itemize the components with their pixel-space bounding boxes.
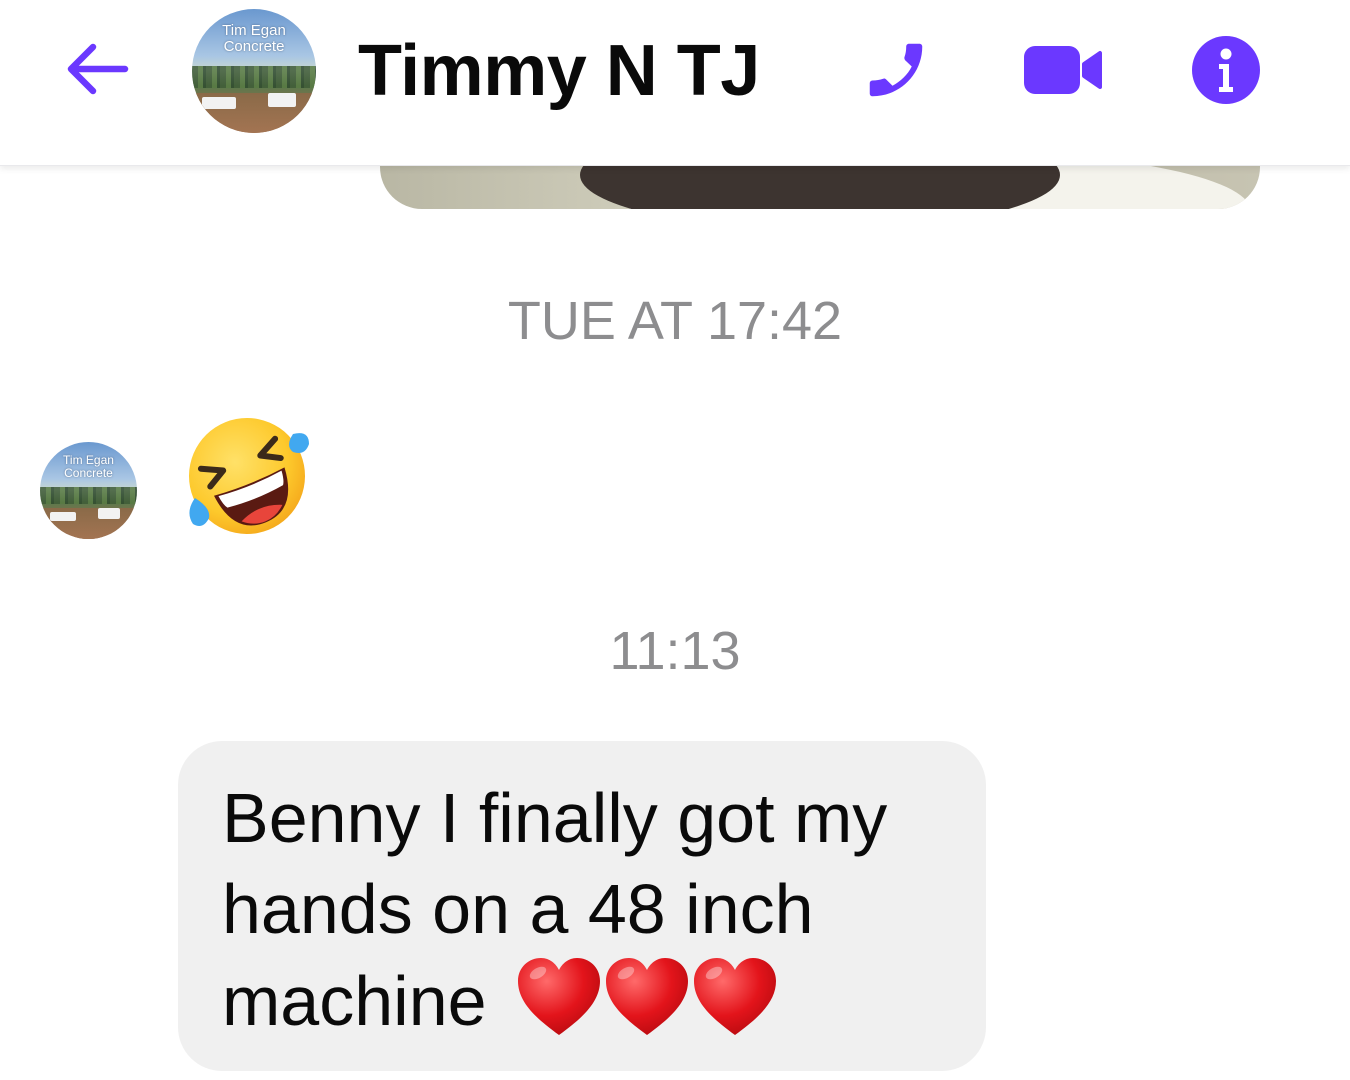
red-heart-icon bbox=[606, 958, 689, 1035]
back-button[interactable] bbox=[58, 34, 134, 104]
phone-icon bbox=[869, 43, 923, 97]
video-camera-icon bbox=[1024, 46, 1102, 94]
avatar-truck bbox=[202, 97, 236, 109]
red-heart-icon bbox=[518, 958, 601, 1035]
red-heart-icon bbox=[694, 958, 777, 1035]
back-arrow-icon bbox=[67, 43, 129, 95]
conversation-avatar[interactable]: Tim Egan Concrete bbox=[192, 9, 316, 133]
avatar-label: Tim Egan Concrete bbox=[192, 23, 316, 55]
message-bubble[interactable]: Benny I finally got my hands on a 48 inc… bbox=[178, 741, 986, 1071]
avatar-label-line1: Tim Egan bbox=[222, 22, 286, 39]
avatar-label: Tim Egan Concrete bbox=[40, 454, 137, 479]
avatar-truck bbox=[50, 512, 76, 521]
chat-header: Tim Egan Concrete Timmy N TJ bbox=[0, 0, 1350, 166]
emoji-message[interactable] bbox=[183, 412, 311, 540]
conversation-info-button[interactable] bbox=[1188, 34, 1264, 106]
messenger-chat-screen: Tim Egan Concrete Timmy N TJ TUE AT 17:4… bbox=[0, 0, 1350, 1080]
avatar-trees bbox=[40, 486, 137, 505]
rolling-on-the-floor-laughing-icon bbox=[189, 418, 309, 534]
audio-call-button[interactable] bbox=[856, 32, 936, 108]
conversation-title[interactable]: Timmy N TJ bbox=[358, 30, 760, 112]
avatar-label-line2: Concrete bbox=[64, 465, 113, 480]
video-call-button[interactable] bbox=[1016, 34, 1108, 106]
message-timestamp: 11:13 bbox=[609, 621, 741, 681]
avatar-label-line1: Tim Egan bbox=[63, 453, 114, 467]
message-text-container: Benny I finally got my hands on a 48 inc… bbox=[222, 773, 962, 1059]
info-icon bbox=[1192, 36, 1260, 104]
avatar-trees bbox=[192, 66, 316, 89]
avatar-label-line2: Concrete bbox=[223, 37, 285, 55]
message-timestamp: TUE AT 17:42 bbox=[507, 291, 843, 351]
sender-avatar[interactable]: Tim Egan Concrete bbox=[40, 442, 137, 539]
avatar-truck bbox=[98, 508, 120, 519]
trailing-emoji: ❤️❤️❤️ bbox=[514, 955, 778, 1059]
avatar-truck bbox=[268, 93, 296, 107]
